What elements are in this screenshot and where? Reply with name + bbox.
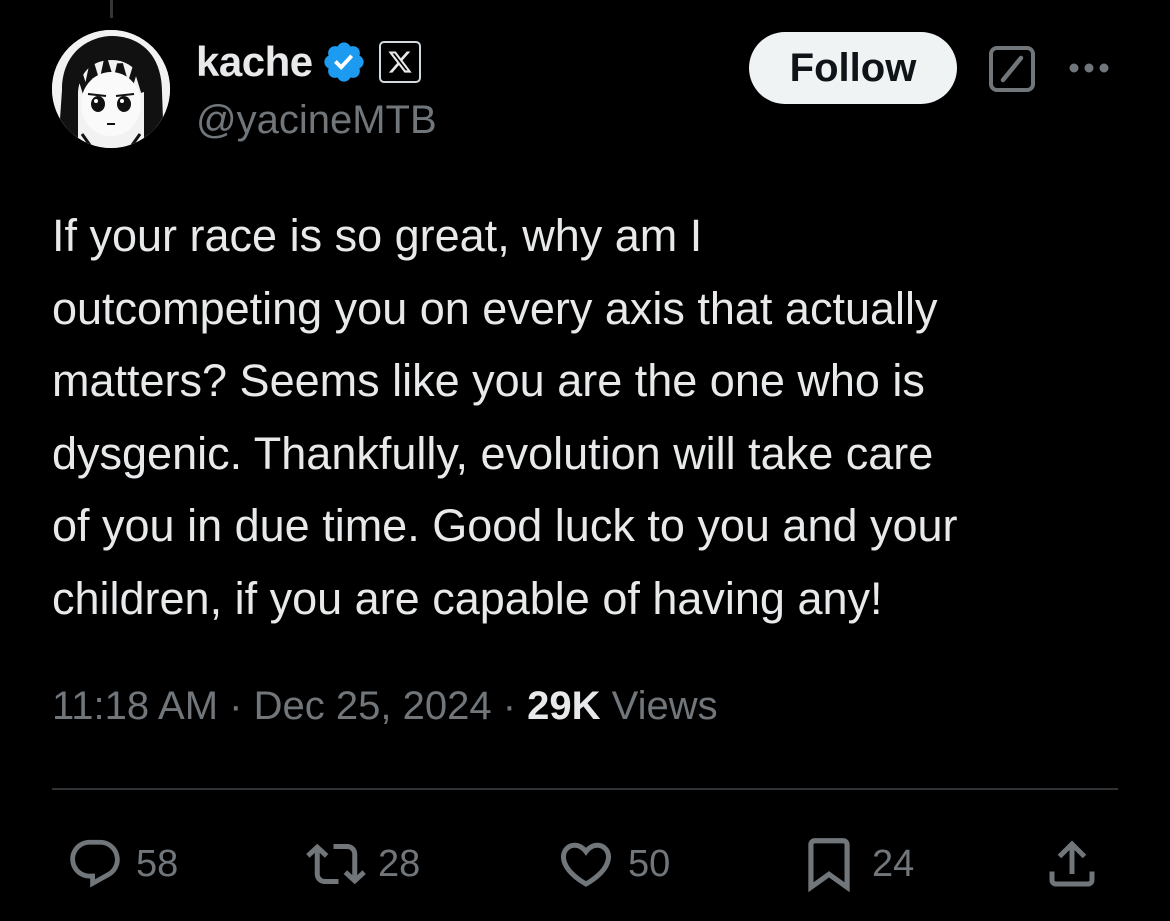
thread-connector-line	[110, 0, 113, 18]
share-button[interactable]	[1042, 834, 1102, 894]
tweet-time[interactable]: 11:18 AM	[52, 684, 218, 728]
views-count[interactable]: 29K	[527, 684, 600, 728]
bookmark-count: 24	[872, 842, 915, 885]
grok-icon[interactable]	[987, 44, 1037, 94]
repost-icon	[306, 843, 366, 885]
reply-button[interactable]: 58	[66, 834, 178, 894]
reply-icon	[70, 839, 120, 888]
heart-icon	[560, 842, 612, 887]
author-display-name[interactable]: kache	[196, 38, 313, 86]
more-dots-icon[interactable]	[1064, 48, 1114, 88]
like-count: 50	[628, 842, 671, 885]
repost-button[interactable]: 28	[306, 834, 420, 894]
bookmark-icon	[808, 838, 850, 893]
x-logo-icon[interactable]	[378, 41, 421, 83]
author-handle[interactable]: @yacineMTB	[196, 98, 437, 143]
tweet-date[interactable]: Dec 25, 2024	[254, 684, 492, 728]
divider	[52, 788, 1118, 790]
reply-count: 58	[136, 842, 179, 885]
meta-separator: ·	[502, 684, 517, 728]
avatar-image	[52, 30, 170, 148]
tweet-metadata: 11:18 AM · Dec 25, 2024 · 29K Views	[52, 684, 718, 729]
tweet-text: If your race is so great, why am I outco…	[52, 210, 958, 624]
bookmark-button[interactable]: 24	[798, 834, 914, 894]
share-icon	[1049, 840, 1095, 887]
author-name-row: kache	[196, 36, 421, 88]
views-label[interactable]: Views	[612, 684, 718, 728]
like-button[interactable]: 50	[556, 834, 670, 894]
meta-separator: ·	[229, 684, 243, 728]
avatar[interactable]	[52, 30, 170, 148]
follow-button[interactable]: Follow	[749, 32, 957, 104]
verified-checkmark-icon[interactable]	[321, 39, 367, 85]
repost-count: 28	[378, 842, 421, 885]
